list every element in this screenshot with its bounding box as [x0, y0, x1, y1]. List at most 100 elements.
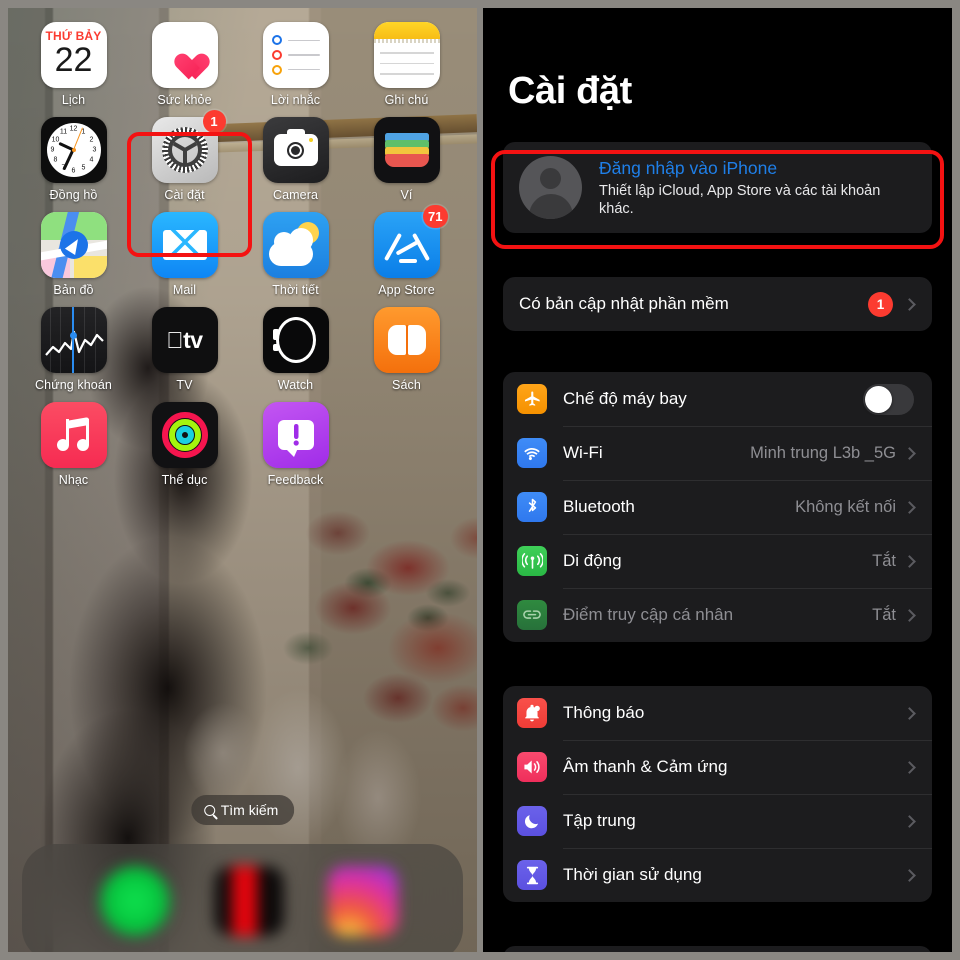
hotspot-label: Điểm truy cập cá nhân: [563, 605, 734, 624]
clock-num-2: 2: [89, 136, 94, 144]
wallet-icon: [373, 117, 440, 183]
bell-glyph: [525, 704, 540, 721]
app-loi-nhac[interactable]: Lời nhắc: [240, 22, 351, 107]
app-mail[interactable]: Mail: [129, 212, 240, 297]
app-badge: 71: [423, 205, 448, 228]
netflix-dock-icon[interactable]: [214, 866, 284, 936]
airplane-mode-row[interactable]: Chế độ máy bay: [503, 372, 932, 426]
app-cai-dat[interactable]: 1 Cài đặt: [129, 110, 240, 202]
app-label: Đồng hồ: [49, 188, 98, 202]
search-button[interactable]: Tìm kiếm: [190, 795, 295, 825]
clock-icon: 12 1 2 3 4 5 6 7 8 9 10: [40, 117, 107, 183]
reminders-icon: [262, 22, 329, 88]
app-chung-khoan[interactable]: Chứng khoán: [18, 307, 129, 392]
maps-location-pin: [59, 231, 88, 259]
focus-row[interactable]: Tập trung: [503, 794, 932, 848]
app-label: Watch: [277, 378, 314, 392]
app-ghi-chu[interactable]: Ghi chú: [351, 22, 462, 107]
toggle-knob: [865, 385, 892, 413]
bluetooth-row[interactable]: Bluetooth Không kết nối: [503, 480, 932, 534]
app-icon-wrap: 1: [151, 110, 226, 183]
chevron-right-icon: [903, 814, 916, 828]
reminder-dot-orange: [271, 64, 282, 75]
airplane-mode-toggle[interactable]: [863, 383, 914, 415]
account-text: Đăng nhập vào iPhone Thiết lập iCloud, A…: [599, 158, 889, 218]
calendar-day: 22: [54, 41, 93, 79]
app-icon-wrap: [262, 402, 329, 468]
software-update-group: Có bản cập nhật phần mềm 1: [503, 277, 932, 331]
app-lich[interactable]: THỨ BẢY 22 Lịch: [18, 22, 129, 107]
clock-num-5: 5: [81, 164, 86, 172]
cloud-shape: [268, 228, 313, 266]
app-the-duc[interactable]: Thể dục: [129, 402, 240, 487]
app-label: Thể dục: [161, 473, 208, 487]
app-tv[interactable]: tv TV: [129, 307, 240, 392]
app-suc-khoe[interactable]: Sức khỏe: [129, 22, 240, 107]
software-update-row[interactable]: Có bản cập nhật phần mềm 1: [503, 277, 932, 331]
appstore-a-glyph: [383, 227, 430, 263]
notifications-row[interactable]: Thông báo: [503, 686, 932, 740]
wifi-icon: [517, 438, 547, 468]
bluetooth-value: Không kết nối: [795, 497, 896, 516]
apple-tv-icon: tv: [151, 307, 218, 373]
app-row-4: Chứng khoán tv TV: [18, 307, 467, 402]
spotify-dock-icon[interactable]: [100, 866, 170, 936]
app-watch[interactable]: Watch: [240, 307, 351, 392]
reminder-bar: [287, 39, 320, 42]
wallet-cards: [384, 133, 429, 167]
sounds-haptics-label: Âm thanh & Cảm ứng: [563, 757, 728, 776]
app-icon-wrap: [373, 117, 440, 183]
app-nhac[interactable]: Nhạc: [18, 402, 129, 487]
app-vi[interactable]: Ví: [351, 117, 462, 202]
app-label: Feedback: [267, 473, 324, 487]
sign-in-row[interactable]: Đăng nhập vào iPhone Thiết lập iCloud, A…: [503, 142, 932, 233]
maps-zone-yellow: [73, 255, 107, 278]
stocks-gridline: [84, 307, 86, 373]
iphone-home-screen: THỨ BẢY 22 Lịch Sức khỏe Lời nhắc Ghi ch…: [8, 8, 477, 952]
person-avatar-icon: [519, 156, 582, 219]
open-book: [387, 325, 427, 355]
stocks-gridline: [60, 307, 62, 373]
app-thoi-tiet[interactable]: Thời tiết: [240, 212, 351, 297]
app-icon-wrap: 71: [373, 205, 448, 278]
app-app-store[interactable]: 71 App Store: [351, 205, 462, 297]
reminder-line: [271, 49, 320, 60]
app-ban-do[interactable]: Bản đồ: [18, 212, 129, 297]
stocks-gridline: [49, 307, 51, 373]
stocks-gridline: [94, 307, 96, 373]
software-update-label: Có bản cập nhật phần mềm: [519, 294, 729, 313]
sounds-haptics-row[interactable]: Âm thanh & Cảm ứng: [503, 740, 932, 794]
screen-time-row[interactable]: Thời gian sử dụng: [503, 848, 932, 902]
software-update-badge: 1: [868, 291, 893, 317]
app-camera[interactable]: Camera: [240, 117, 351, 202]
book-page-left: [387, 325, 406, 355]
notes-header: [373, 22, 440, 39]
book-spine: [405, 325, 408, 355]
sign-in-subtitle: Thiết lập iCloud, App Store và các tài k…: [599, 182, 881, 217]
app-dong-ho[interactable]: 12 1 2 3 4 5 6 7 8 9 10: [18, 117, 129, 202]
hotspot-row[interactable]: Điểm truy cập cá nhân Tắt: [503, 588, 932, 642]
airplane-glyph: [524, 391, 540, 406]
wallet-card-red: [384, 154, 429, 167]
moon-glyph: [524, 815, 539, 829]
hotspot-value: Tắt: [872, 605, 896, 624]
chevron-right-icon: [903, 446, 916, 460]
app-label: Chứng khoán: [35, 378, 112, 392]
wifi-row[interactable]: Wi-Fi Minh trung L3b _5G: [503, 426, 932, 480]
app-sach[interactable]: Sách: [351, 307, 462, 392]
stocks-cursor-dot: [69, 332, 77, 340]
general-settings-row[interactable]: Cài đặt chung: [503, 946, 932, 952]
camera-icon: [262, 117, 329, 183]
cellular-row[interactable]: Di động Tắt: [503, 534, 932, 588]
app-row-1: THỨ BẢY 22 Lịch Sức khỏe Lời nhắc Ghi ch…: [18, 22, 467, 117]
bluetooth-glyph: [528, 498, 536, 512]
clock-center-pin: [71, 148, 76, 152]
app-icon-wrap: [151, 212, 218, 278]
app-icon-wrap: tv: [151, 307, 218, 373]
books-icon: [373, 307, 440, 373]
app-feedback[interactable]: Feedback: [240, 402, 351, 487]
app-row-2: 12 1 2 3 4 5 6 7 8 9 10: [18, 110, 467, 212]
search-label: Tìm kiếm: [220, 802, 279, 818]
instagram-dock-icon[interactable]: [328, 866, 398, 936]
watch-side-button: [272, 344, 279, 351]
